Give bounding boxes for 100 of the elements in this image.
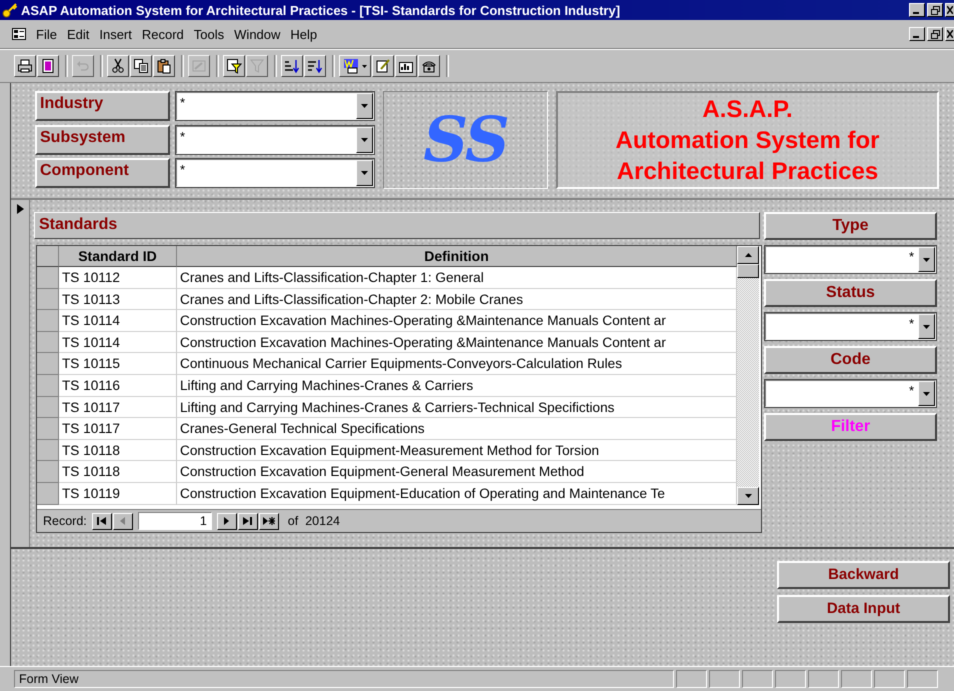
menu-item[interactable]: Record	[138, 26, 190, 42]
table-cell: Continuous Mechanical Carrier Equipments-Conveyors-Calculation Rules	[177, 353, 737, 375]
record-number-field[interactable]: 1	[138, 512, 212, 530]
form-icon	[12, 28, 26, 40]
close-icon	[947, 30, 953, 38]
close-icon	[947, 6, 953, 14]
table-cell: Construction Excavation Machines-Operating &Maintenance Manuals Content ar	[177, 332, 737, 354]
key-icon	[2, 2, 18, 18]
printer-icon	[17, 58, 33, 74]
restore-button[interactable]	[927, 27, 943, 41]
column-header: Standard ID	[59, 246, 177, 267]
close-button[interactable]	[945, 27, 954, 41]
minimize-button[interactable]	[909, 3, 925, 17]
dropdown-arrow-icon	[923, 324, 930, 328]
field-label: Industry	[35, 91, 170, 121]
status-panel	[874, 670, 905, 688]
table-cell: Lifting and Carrying Machines-Cranes & Carriers	[177, 374, 737, 397]
banner-text: Architectural Practices	[616, 156, 878, 186]
toolbar-button[interactable]	[130, 55, 152, 77]
section-header: Standards	[34, 212, 760, 239]
table-cell: Cranes and Lifts-Classification-Chapter 2: Mobile Cranes	[177, 288, 737, 310]
new-record-button[interactable]	[258, 512, 279, 530]
dropdown-arrow-icon	[923, 258, 930, 262]
next-record-button[interactable]	[216, 512, 237, 530]
column-header: Definition	[177, 246, 737, 267]
clipboard-icon	[156, 58, 172, 74]
menu-item[interactable]: Edit	[62, 26, 96, 42]
vertical-scrollbar[interactable]	[737, 246, 759, 505]
toolbar-button[interactable]	[281, 55, 303, 77]
menu-item[interactable]: File	[32, 26, 63, 42]
table-cell: Cranes-General Technical Specifications	[177, 418, 737, 440]
scroll-up-icon	[744, 253, 752, 257]
banner-text: Automation System for	[615, 126, 880, 156]
dropdown-field[interactable]: *	[764, 312, 937, 341]
status-panel	[742, 670, 773, 688]
table-cell: TS 10117	[59, 418, 177, 440]
table-cell: TS 10118	[59, 440, 177, 462]
toolbar-button[interactable]	[372, 55, 394, 77]
scroll-thumb[interactable]	[737, 264, 759, 278]
first-record-button[interactable]	[92, 512, 112, 530]
status-panel	[775, 670, 806, 688]
toolbar-button[interactable]	[223, 55, 245, 77]
field-label: Status	[764, 279, 937, 307]
toolbar-button[interactable]	[14, 55, 36, 77]
table-cell: TS 10116	[59, 374, 177, 397]
previous-record-icon	[120, 517, 126, 525]
previous-record-button[interactable]	[112, 512, 133, 530]
toolbar-button[interactable]	[395, 55, 417, 77]
table-cell: TS 10115	[59, 353, 177, 375]
status-panel	[676, 670, 707, 688]
toolbar-button[interactable]	[304, 55, 326, 77]
minimize-button[interactable]	[909, 27, 925, 41]
menu-item[interactable]: Help	[286, 26, 324, 42]
field-label: Code	[764, 346, 937, 374]
toolbar-button[interactable]	[418, 55, 440, 77]
window-title: ASAP Automation System for Architectural Practices - [TSI- Standards for Construction Industry]	[21, 2, 620, 18]
menu-item[interactable]: Window	[230, 26, 286, 42]
copy-icon	[133, 58, 149, 74]
scroll-down-icon	[744, 494, 752, 498]
next-record-icon	[224, 517, 230, 525]
table-cell: TS 10114	[59, 332, 177, 354]
table-cell: TS 10112	[59, 267, 177, 289]
table-cell: Construction Excavation Machines-Operating &Maintenance Manuals Content ar	[177, 310, 737, 332]
toolbar-button[interactable]	[37, 55, 59, 77]
scissors-icon	[110, 58, 126, 74]
restore-button[interactable]	[927, 3, 943, 17]
table-cell: TS 10117	[59, 396, 177, 418]
dropdown-field[interactable]: *	[175, 91, 375, 121]
table-cell: TS 10114	[59, 310, 177, 332]
table-cell: TS 10119	[59, 482, 177, 505]
caret-icon	[362, 64, 367, 68]
menu-item[interactable]: Tools	[190, 26, 230, 42]
dropdown-arrow-icon	[361, 171, 368, 176]
dropdown-field[interactable]: *	[175, 158, 375, 188]
new-record-icon	[262, 517, 275, 525]
command-button[interactable]: Backward	[777, 561, 950, 589]
funnel-icon	[249, 58, 265, 74]
dropdown-field[interactable]: *	[175, 124, 375, 155]
restore-icon	[930, 6, 940, 14]
record-label: Record:	[43, 514, 87, 528]
status-text: Form View	[14, 670, 674, 688]
command-button[interactable]: Data Input	[777, 595, 950, 623]
sort-ascending-icon	[284, 58, 300, 74]
menu-item[interactable]: Insert	[95, 26, 138, 42]
dropdown-field[interactable]: *	[764, 245, 937, 274]
table-cell: Cranes and Lifts-Classification-Chapter 1: General	[177, 267, 737, 289]
close-button[interactable]	[945, 3, 954, 17]
logo-text: SS	[423, 109, 508, 171]
dropdown-arrow-icon	[923, 392, 930, 396]
toolbar-button[interactable]	[339, 55, 371, 77]
toolbar-button[interactable]	[153, 55, 175, 77]
toolbar-button[interactable]	[107, 55, 129, 77]
page-icon	[40, 58, 56, 74]
current-record-icon	[16, 204, 24, 214]
first-record-icon	[97, 517, 106, 525]
status-panel	[841, 670, 872, 688]
last-record-button[interactable]	[238, 512, 258, 530]
dropdown-field[interactable]: *	[764, 379, 937, 408]
table-cell: TS 10118	[59, 461, 177, 483]
table-cell: Lifting and Carrying Machines-Cranes & Carriers-Technical Specifictions	[177, 396, 737, 418]
